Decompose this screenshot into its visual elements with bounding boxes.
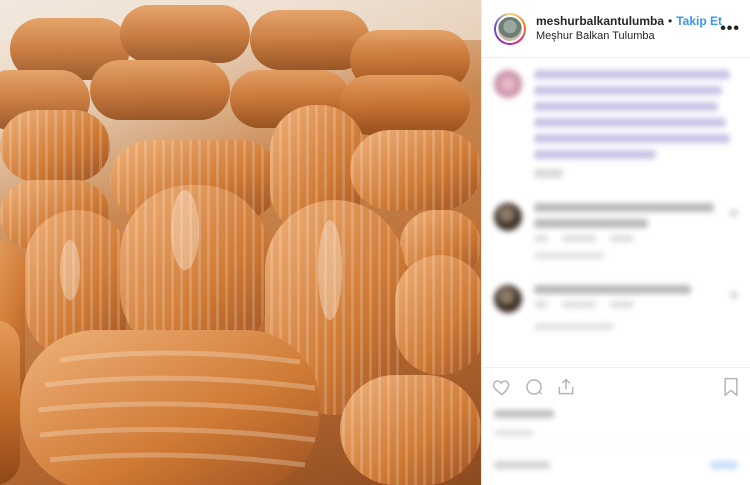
share-icon[interactable] bbox=[556, 377, 576, 397]
caption-text bbox=[534, 70, 738, 185]
comment-body bbox=[534, 285, 730, 308]
add-comment-bar bbox=[482, 443, 750, 485]
comment-like-icon[interactable] bbox=[730, 209, 738, 217]
comment-item bbox=[494, 203, 738, 242]
post-side-panel: meshurbalkantulumba • Takip Et Meşhur Ba… bbox=[481, 0, 750, 485]
blurred-comments bbox=[494, 70, 738, 330]
account-full-name: Meşhur Balkan Tulumba bbox=[536, 29, 655, 42]
view-replies[interactable] bbox=[534, 323, 614, 330]
post-photo[interactable] bbox=[0, 0, 481, 485]
like-count[interactable] bbox=[482, 405, 750, 423]
comments-section bbox=[482, 58, 750, 367]
comment-icon[interactable] bbox=[524, 377, 544, 397]
post-header: meshurbalkantulumba • Takip Et Meşhur Ba… bbox=[482, 0, 750, 58]
comment-body bbox=[534, 203, 730, 242]
profile-avatar[interactable] bbox=[494, 12, 526, 45]
caption-avatar bbox=[494, 70, 522, 98]
header-line: meshurbalkantulumba • Takip Et bbox=[536, 13, 722, 29]
instagram-post: meshurbalkantulumba • Takip Et Meşhur Ba… bbox=[0, 0, 750, 485]
heart-icon[interactable] bbox=[492, 377, 512, 397]
header-text: meshurbalkantulumba • Takip Et Meşhur Ba… bbox=[536, 13, 722, 44]
bookmark-icon[interactable] bbox=[722, 377, 740, 397]
action-bar bbox=[482, 367, 750, 405]
avatar-image bbox=[496, 14, 524, 43]
add-comment-input[interactable] bbox=[494, 460, 550, 469]
username-link[interactable]: meshurbalkantulumba bbox=[536, 14, 664, 29]
commenter-avatar[interactable] bbox=[494, 285, 522, 313]
separator-dot: • bbox=[668, 13, 673, 28]
commenter-avatar[interactable] bbox=[494, 203, 522, 231]
view-replies[interactable] bbox=[534, 252, 604, 259]
comment-like-icon[interactable] bbox=[730, 291, 738, 299]
follow-button[interactable]: Takip Et bbox=[676, 14, 722, 29]
tulumba-pastries-image bbox=[0, 0, 481, 485]
post-caption bbox=[494, 70, 738, 185]
comment-item bbox=[494, 285, 738, 313]
post-comment-button[interactable] bbox=[710, 460, 738, 469]
post-timestamp bbox=[482, 423, 750, 443]
more-options-icon[interactable]: ••• bbox=[720, 20, 740, 38]
